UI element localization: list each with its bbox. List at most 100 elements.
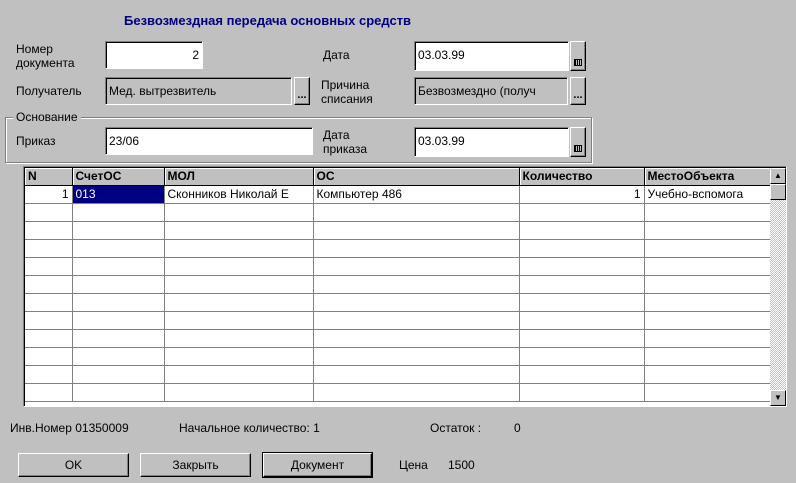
empty-cell[interactable]	[164, 383, 314, 402]
recipient-field[interactable]: Мед. вытрезвитель	[105, 77, 292, 105]
date-calendar-button[interactable]	[570, 41, 586, 71]
empty-cell[interactable]	[313, 203, 520, 222]
table-row[interactable]	[25, 383, 771, 402]
empty-cell[interactable]	[72, 293, 165, 312]
empty-cell[interactable]	[72, 311, 165, 330]
empty-cell[interactable]	[164, 239, 314, 258]
empty-cell[interactable]	[644, 257, 771, 276]
empty-cell[interactable]	[25, 383, 73, 402]
cell-asset[interactable]: Компьютер 486	[313, 185, 520, 204]
empty-cell[interactable]	[164, 347, 314, 366]
empty-cell[interactable]	[72, 221, 165, 240]
empty-cell[interactable]	[519, 203, 645, 222]
empty-cell[interactable]	[72, 239, 165, 258]
empty-cell[interactable]	[25, 365, 73, 384]
empty-cell[interactable]	[519, 365, 645, 384]
empty-cell[interactable]	[164, 293, 314, 312]
empty-cell[interactable]	[164, 275, 314, 294]
cell-quantity[interactable]: 1	[519, 185, 645, 204]
cell-account[interactable]: 013	[72, 185, 165, 204]
reason-field[interactable]: Безвозмездно (получ	[414, 77, 568, 105]
empty-cell[interactable]	[519, 239, 645, 258]
table-row[interactable]	[25, 347, 771, 366]
empty-cell[interactable]	[644, 293, 771, 312]
table-row[interactable]	[25, 293, 771, 312]
order-date-field[interactable]: 03.03.99	[414, 127, 569, 157]
order-field[interactable]: 23/06	[105, 127, 313, 155]
empty-cell[interactable]	[519, 257, 645, 276]
empty-cell[interactable]	[164, 203, 314, 222]
empty-cell[interactable]	[25, 221, 73, 240]
table-row[interactable]	[25, 275, 771, 294]
empty-cell[interactable]	[25, 347, 73, 366]
document-button[interactable]: Документ	[262, 452, 373, 478]
empty-cell[interactable]	[72, 203, 165, 222]
empty-cell[interactable]	[164, 311, 314, 330]
reason-lookup-button[interactable]: ...	[570, 77, 586, 105]
empty-cell[interactable]	[25, 239, 73, 258]
close-button[interactable]: Закрыть	[140, 453, 251, 477]
empty-cell[interactable]	[313, 275, 520, 294]
assets-grid[interactable]: N СчетОС МОЛ ОС Количество МестоОбъекта …	[23, 166, 787, 407]
column-header-mol[interactable]: МОЛ	[164, 168, 314, 186]
empty-cell[interactable]	[644, 275, 771, 294]
empty-cell[interactable]	[25, 329, 73, 348]
table-row[interactable]	[25, 311, 771, 330]
scroll-down-arrow-icon[interactable]: ▼	[770, 390, 786, 406]
empty-cell[interactable]	[72, 257, 165, 276]
empty-cell[interactable]	[25, 257, 73, 276]
empty-cell[interactable]	[164, 329, 314, 348]
cell-mol[interactable]: Сконников Николай Е	[164, 185, 314, 204]
scroll-up-arrow-icon[interactable]: ▲	[770, 168, 786, 184]
column-header-n[interactable]: N	[25, 168, 73, 186]
scroll-thumb[interactable]	[770, 184, 786, 200]
empty-cell[interactable]	[25, 275, 73, 294]
column-header-location[interactable]: МестоОбъекта	[644, 168, 771, 186]
table-row[interactable]	[25, 239, 771, 258]
empty-cell[interactable]	[72, 347, 165, 366]
empty-cell[interactable]	[313, 239, 520, 258]
column-header-quantity[interactable]: Количество	[519, 168, 645, 186]
empty-cell[interactable]	[644, 365, 771, 384]
grid-vertical-scrollbar[interactable]: ▲ ▼	[770, 168, 786, 406]
empty-cell[interactable]	[313, 347, 520, 366]
empty-cell[interactable]	[25, 311, 73, 330]
empty-cell[interactable]	[164, 365, 314, 384]
table-row[interactable]	[25, 365, 771, 384]
order-date-calendar-button[interactable]	[570, 127, 586, 157]
empty-cell[interactable]	[644, 239, 771, 258]
empty-cell[interactable]	[644, 329, 771, 348]
empty-cell[interactable]	[644, 203, 771, 222]
column-header-account[interactable]: СчетОС	[72, 168, 165, 186]
table-row[interactable]	[25, 329, 771, 348]
empty-cell[interactable]	[644, 311, 771, 330]
empty-cell[interactable]	[72, 275, 165, 294]
table-row[interactable]: 1 013 Сконников Николай Е Компьютер 486 …	[25, 185, 771, 204]
empty-cell[interactable]	[313, 383, 520, 402]
empty-cell[interactable]	[519, 311, 645, 330]
recipient-lookup-button[interactable]: ...	[294, 77, 310, 105]
empty-cell[interactable]	[644, 347, 771, 366]
cell-n[interactable]: 1	[25, 185, 73, 204]
empty-cell[interactable]	[644, 383, 771, 402]
empty-cell[interactable]	[72, 365, 165, 384]
empty-cell[interactable]	[519, 347, 645, 366]
empty-cell[interactable]	[313, 221, 520, 240]
column-header-asset[interactable]: ОС	[313, 168, 520, 186]
empty-cell[interactable]	[313, 293, 520, 312]
empty-cell[interactable]	[72, 383, 165, 402]
ok-button[interactable]: OK	[18, 453, 129, 477]
empty-cell[interactable]	[644, 221, 771, 240]
empty-cell[interactable]	[25, 203, 73, 222]
empty-cell[interactable]	[313, 257, 520, 276]
empty-cell[interactable]	[313, 365, 520, 384]
empty-cell[interactable]	[519, 275, 645, 294]
empty-cell[interactable]	[72, 329, 165, 348]
empty-cell[interactable]	[313, 329, 520, 348]
table-row[interactable]	[25, 221, 771, 240]
doc-number-field[interactable]: 2	[105, 41, 203, 69]
empty-cell[interactable]	[519, 329, 645, 348]
cell-location[interactable]: Учебно-вспомога	[644, 185, 771, 204]
empty-cell[interactable]	[164, 221, 314, 240]
empty-cell[interactable]	[313, 311, 520, 330]
